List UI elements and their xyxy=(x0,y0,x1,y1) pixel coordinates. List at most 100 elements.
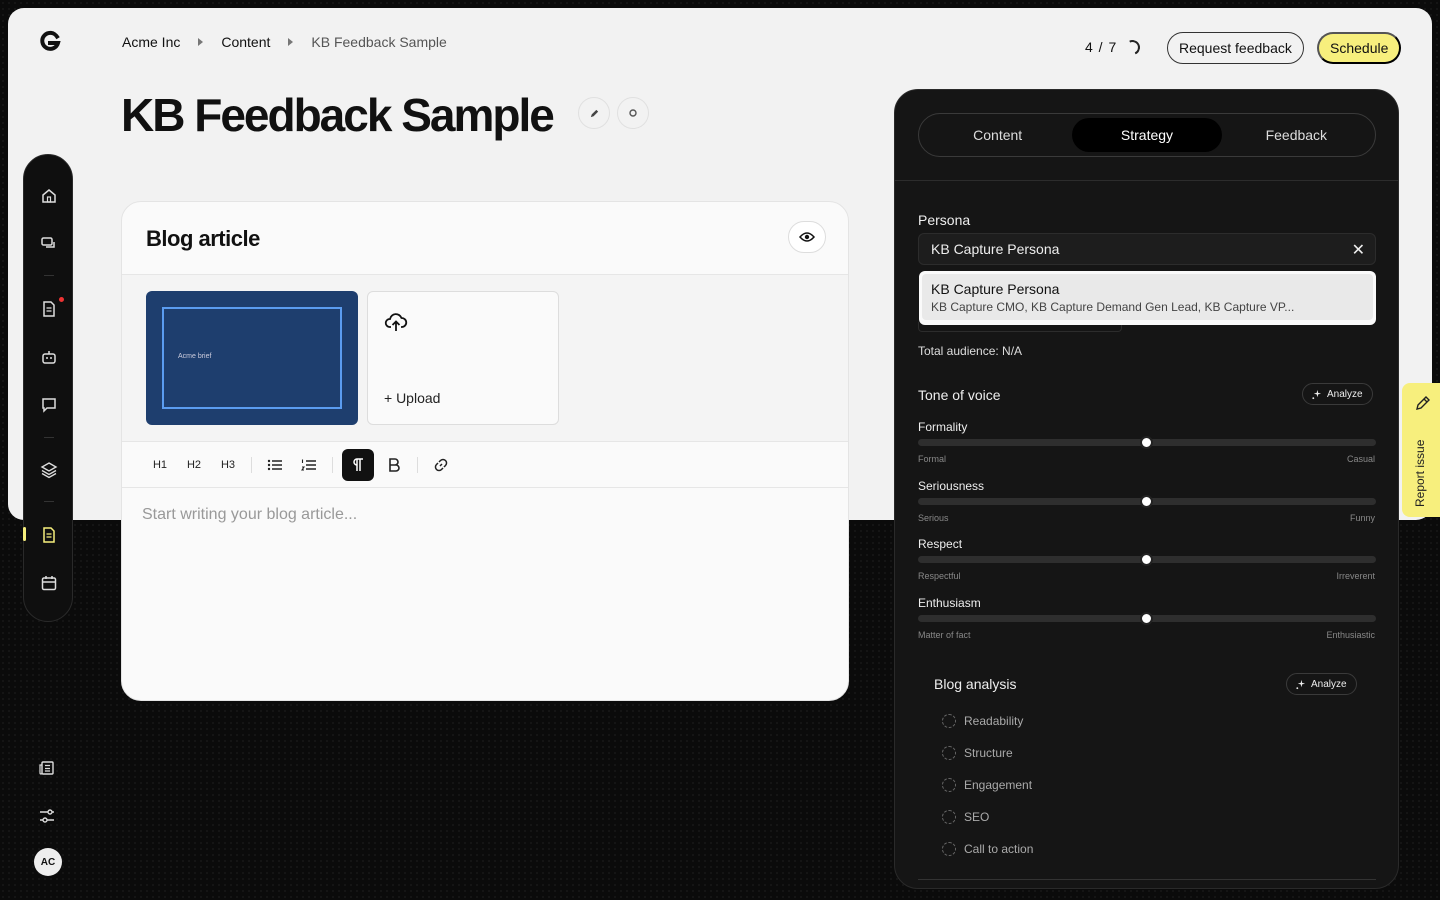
card-title: Blog article xyxy=(146,226,260,251)
active-indicator xyxy=(23,527,26,541)
blog-analysis-label: Blog analysis xyxy=(934,676,1017,692)
upload-button[interactable]: + Upload xyxy=(367,291,559,425)
chevron-right-icon xyxy=(288,38,294,46)
analyze-blog-button[interactable]: Analyze xyxy=(1286,673,1357,695)
slider-label: Seriousness xyxy=(918,479,985,493)
chats-icon[interactable] xyxy=(40,235,58,253)
news-icon[interactable] xyxy=(38,759,56,777)
slider-max-label: Funny xyxy=(1349,513,1375,523)
link-button[interactable] xyxy=(427,451,455,479)
slider-handle[interactable] xyxy=(1140,553,1153,566)
tab-content[interactable]: Content xyxy=(923,118,1072,152)
slider-track[interactable] xyxy=(918,612,1376,625)
calendar-icon[interactable] xyxy=(40,574,58,592)
divider xyxy=(895,180,1398,181)
formatting-toolbar: H1 H2 H3 xyxy=(146,449,455,481)
analysis-item: Structure xyxy=(942,746,1013,760)
gear-icon xyxy=(629,109,637,117)
sidebar xyxy=(23,154,73,622)
pending-circle-icon xyxy=(942,842,956,856)
total-audience: Total audience: N/A xyxy=(918,344,1023,358)
settings-title-button[interactable] xyxy=(617,97,649,129)
step-counter: 4 / 7 xyxy=(1085,39,1118,55)
page-title: KB Feedback Sample xyxy=(121,89,555,141)
slider-handle[interactable] xyxy=(1140,436,1153,449)
media-thumbnail[interactable]: Acme brief xyxy=(146,291,358,425)
toolbar-divider xyxy=(417,457,418,473)
sparkle-icon xyxy=(1296,679,1306,689)
pending-circle-icon xyxy=(942,778,956,792)
close-icon[interactable]: ✕ xyxy=(1352,240,1365,260)
persona-dropdown: KB Capture Persona KB Capture CMO, KB Ca… xyxy=(919,271,1376,325)
tab-strategy[interactable]: Strategy xyxy=(1072,118,1222,152)
analysis-item: Engagement xyxy=(942,778,1032,792)
h2-button[interactable]: H2 xyxy=(180,451,208,479)
analysis-item: Call to action xyxy=(942,842,1033,856)
divider xyxy=(918,879,1376,880)
report-issue-tab[interactable]: Report issue xyxy=(1402,383,1440,517)
h1-button[interactable]: H1 xyxy=(146,451,174,479)
breadcrumb-item-content[interactable]: Content xyxy=(221,34,270,50)
bold-button[interactable] xyxy=(380,451,408,479)
breadcrumb: Acme Inc Content KB Feedback Sample xyxy=(122,34,447,50)
avatar[interactable]: AC xyxy=(34,848,62,876)
slider-label: Formality xyxy=(918,420,968,434)
slider-track[interactable] xyxy=(918,436,1376,449)
edit-title-button[interactable] xyxy=(578,97,610,129)
slider-label: Respect xyxy=(918,537,963,551)
persona-select[interactable]: KB Capture Persona ✕ xyxy=(918,233,1376,265)
pencil-icon xyxy=(590,109,598,117)
slider-handle[interactable] xyxy=(1140,495,1153,508)
analysis-item: SEO xyxy=(942,810,989,824)
slider-max-label: Irreverent xyxy=(1336,571,1375,581)
schedule-button[interactable]: Schedule xyxy=(1317,32,1402,64)
bullet-list-button[interactable] xyxy=(261,451,289,479)
pending-circle-icon xyxy=(942,714,956,728)
report-issue-label: Report issue xyxy=(1413,439,1427,507)
sparkle-icon xyxy=(1312,389,1322,399)
slider-min-label: Matter of fact xyxy=(918,630,971,640)
pending-circle-icon xyxy=(942,810,956,824)
paragraph-icon xyxy=(353,458,363,471)
slider-track[interactable] xyxy=(918,495,1376,508)
chevron-right-icon xyxy=(198,38,204,46)
panel-tabs: Content Strategy Feedback xyxy=(918,113,1376,157)
thumbnail-label: Acme brief xyxy=(178,353,212,360)
numbered-list-button[interactable] xyxy=(295,451,323,479)
persona-label: Persona xyxy=(918,212,971,228)
blog-article-card: Blog article Acme brief + Upload H1 H2 H… xyxy=(121,201,849,701)
paragraph-button[interactable] xyxy=(342,449,374,481)
logo-icon[interactable] xyxy=(38,30,62,54)
message-icon[interactable] xyxy=(40,396,58,414)
toolbar-divider xyxy=(251,457,252,473)
request-feedback-button[interactable]: Request feedback xyxy=(1167,32,1304,64)
tab-feedback[interactable]: Feedback xyxy=(1222,118,1371,152)
layers-icon[interactable] xyxy=(40,461,58,479)
article-icon[interactable] xyxy=(40,526,58,544)
sliders-icon[interactable] xyxy=(38,807,56,825)
home-icon[interactable] xyxy=(40,187,58,205)
slider-handle[interactable] xyxy=(1140,612,1153,625)
link-icon xyxy=(434,458,448,472)
slider-min-label: Serious xyxy=(918,513,949,523)
persona-option[interactable]: KB Capture Persona KB Capture CMO, KB Ca… xyxy=(922,274,1373,320)
analysis-item-label: Structure xyxy=(964,746,1013,760)
breadcrumb-item-current: KB Feedback Sample xyxy=(311,34,447,50)
editor-body-input[interactable]: Start writing your blog article... xyxy=(142,506,357,524)
bullet-list-icon xyxy=(267,459,282,471)
toolbar-divider xyxy=(332,457,333,473)
bold-icon xyxy=(389,458,400,472)
divider xyxy=(122,487,848,488)
h3-button[interactable]: H3 xyxy=(214,451,242,479)
preview-button[interactable] xyxy=(788,221,826,253)
notification-dot xyxy=(59,297,64,302)
slider-track[interactable] xyxy=(918,553,1376,566)
document-icon[interactable] xyxy=(40,300,58,318)
slider-min-label: Formal xyxy=(918,454,947,464)
robot-icon[interactable] xyxy=(40,348,58,366)
breadcrumb-item-acme[interactable]: Acme Inc xyxy=(122,34,180,50)
pending-circle-icon xyxy=(942,746,956,760)
slider-min-label: Respectful xyxy=(918,571,961,581)
thumbnail-frame: Acme brief xyxy=(162,307,342,409)
analyze-tone-button[interactable]: Analyze xyxy=(1302,383,1373,405)
